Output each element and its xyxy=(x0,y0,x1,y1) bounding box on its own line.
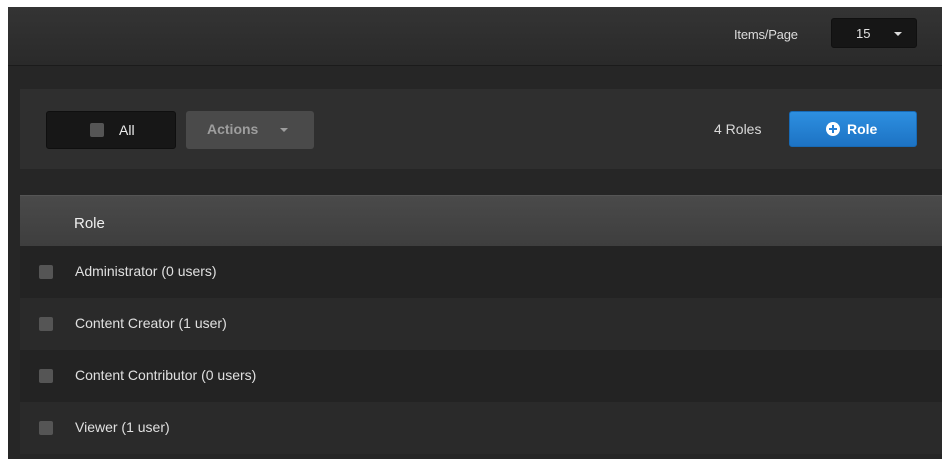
actions-label: Actions xyxy=(207,121,259,137)
table-row[interactable]: Viewer (1 user) xyxy=(20,402,942,454)
add-role-button[interactable]: Role xyxy=(789,111,917,147)
table-row[interactable]: Administrator (0 users) xyxy=(20,246,942,298)
chevron-down-icon xyxy=(280,128,288,132)
role-name[interactable]: Viewer (1 user) xyxy=(75,419,170,435)
top-bar xyxy=(8,7,942,66)
plus-circle-icon xyxy=(826,122,840,136)
items-per-page-label: Items/Page xyxy=(734,27,798,42)
actions-dropdown-button[interactable]: Actions xyxy=(186,111,314,149)
select-all-label: All xyxy=(119,122,135,138)
role-name[interactable]: Administrator (0 users) xyxy=(75,263,217,279)
table-header: Role xyxy=(20,195,942,246)
chevron-down-icon xyxy=(894,32,902,36)
table-row[interactable]: Content Contributor (0 users) xyxy=(20,350,942,402)
row-checkbox[interactable] xyxy=(39,265,53,279)
items-per-page-select[interactable]: 15 xyxy=(831,18,917,48)
table-row[interactable]: Content Creator (1 user) xyxy=(20,298,942,350)
add-role-label: Role xyxy=(847,121,878,137)
role-name[interactable]: Content Contributor (0 users) xyxy=(75,367,256,383)
roles-count: 4 Roles xyxy=(714,121,762,137)
checkbox-icon[interactable] xyxy=(90,123,104,137)
items-per-page-value: 15 xyxy=(856,26,871,41)
role-name[interactable]: Content Creator (1 user) xyxy=(75,315,227,331)
column-header-role[interactable]: Role xyxy=(74,215,105,232)
select-all-button[interactable]: All xyxy=(46,111,176,149)
row-checkbox[interactable] xyxy=(39,369,53,383)
row-checkbox[interactable] xyxy=(39,421,53,435)
row-checkbox[interactable] xyxy=(39,317,53,331)
